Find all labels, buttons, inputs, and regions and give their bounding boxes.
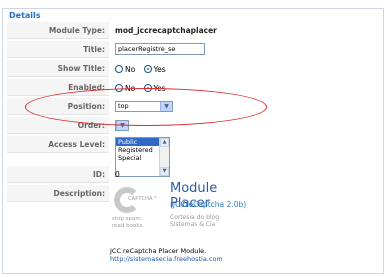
captcha-slogan-line: stop spam.	[112, 216, 143, 222]
captcha-slogan: stop spam. read books.	[112, 216, 144, 230]
show-title-yes-label: Yes	[153, 64, 166, 74]
id-label: ID:	[7, 166, 109, 183]
id-value: 0	[115, 170, 120, 179]
scroll-up-icon[interactable]: ▲	[160, 138, 169, 147]
banner-credit-line: Cortesia do blog	[170, 214, 220, 221]
title-label: Title:	[7, 41, 109, 58]
title-row: Title: placerRegistre_se	[7, 41, 385, 59]
show-title-yes-radio[interactable]	[143, 65, 152, 73]
access-level-option[interactable]: Registered	[116, 146, 160, 154]
show-title-options: No Yes	[115, 60, 172, 77]
details-legend: Details	[7, 11, 43, 21]
banner-subtitle: (JCCreCaptcha 2.0b)	[170, 200, 247, 209]
show-title-row: Show Title: No Yes	[7, 60, 385, 78]
banner-credit-line: Sistemas & Cia	[170, 221, 216, 228]
access-level-label: Access Level:	[7, 136, 109, 153]
show-title-no-label: No	[125, 64, 136, 74]
captcha-logo-text: CAPTCHA™	[128, 196, 158, 202]
module-type-label: Module Type:	[7, 22, 109, 39]
banner-credit: Cortesia do blog Sistemas & Cia	[170, 214, 219, 228]
description-link[interactable]: http://sistemasecia.freehostia.com	[110, 255, 223, 263]
module-placer-banner: CAPTCHA™ stop spam. read books. Module P…	[110, 181, 260, 237]
access-level-option[interactable]: Special	[116, 154, 160, 162]
title-input[interactable]: placerRegistre_se	[115, 43, 205, 55]
access-level-option[interactable]: Public	[116, 138, 160, 146]
description-text: JCC reCaptcha Placer Module. http://sist…	[110, 247, 223, 263]
highlight-ellipse	[25, 88, 267, 126]
show-title-label: Show Title:	[7, 60, 109, 77]
description-label: Description:	[7, 185, 109, 202]
module-type-value: mod_jccrecaptchaplacer	[115, 26, 217, 35]
description-body: JCC reCaptcha Placer Module.	[110, 247, 207, 255]
module-type-row: Module Type: mod_jccrecaptchaplacer	[7, 22, 385, 40]
show-title-no-radio[interactable]	[115, 65, 123, 73]
captcha-slogan-line: read books.	[112, 223, 145, 229]
